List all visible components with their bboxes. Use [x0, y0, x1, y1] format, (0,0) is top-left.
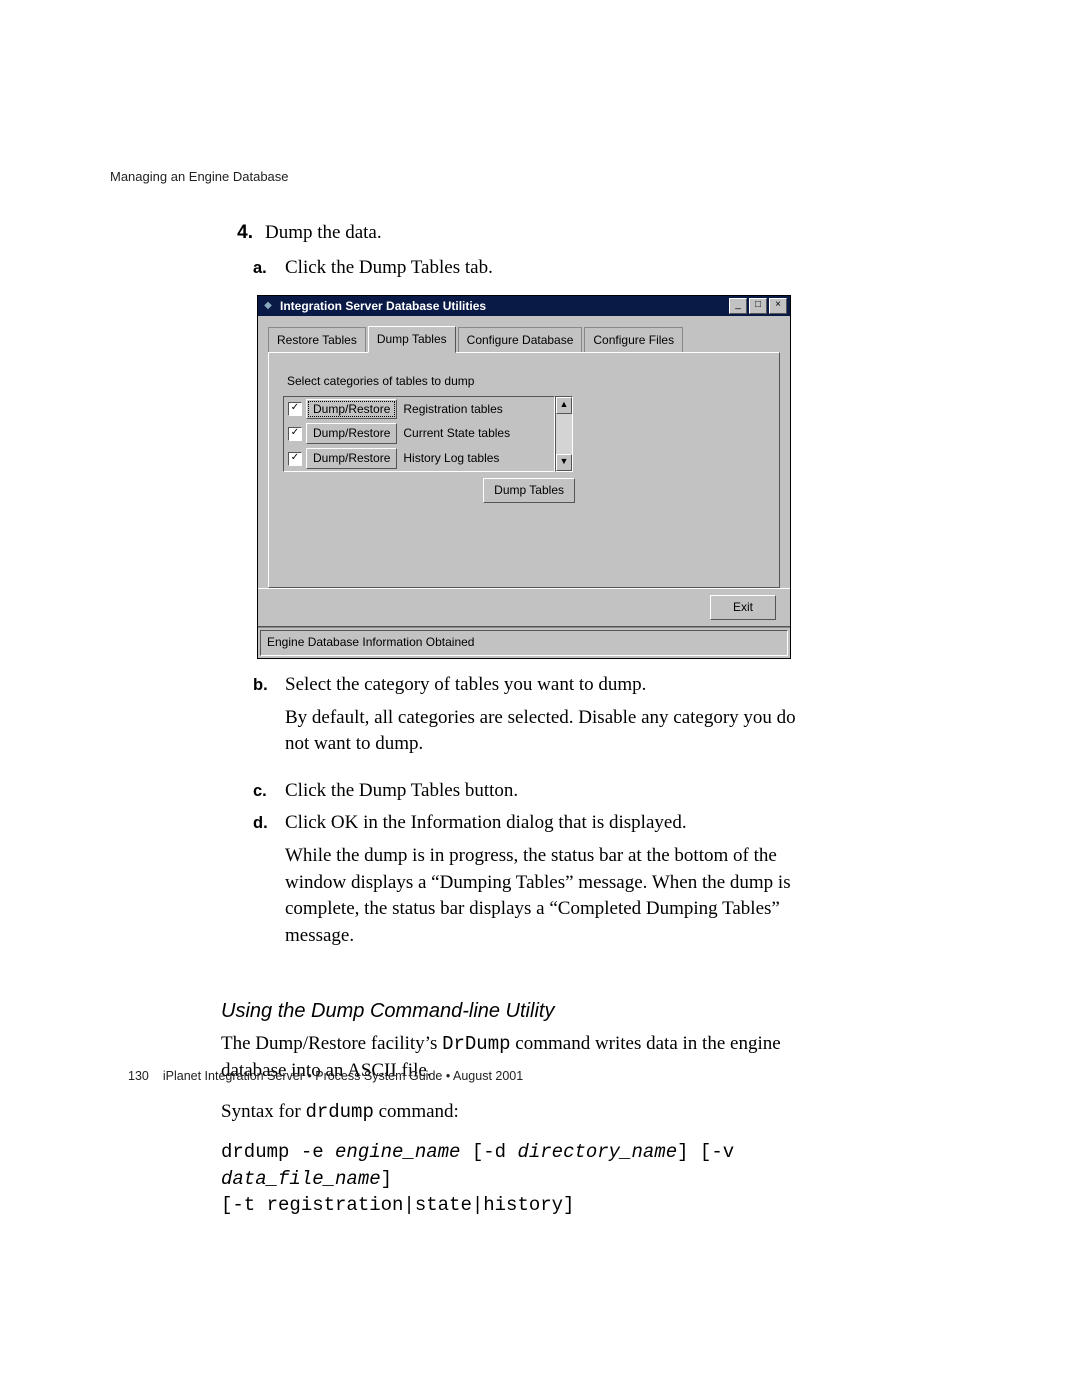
tab-dump-tables[interactable]: Dump Tables: [368, 326, 456, 353]
checkbox-icon[interactable]: ✓: [288, 427, 302, 441]
tab-panel: Select categories of tables to dump ✓ Du…: [268, 352, 780, 588]
step-text: Dump the data.: [265, 220, 382, 247]
checkbox-icon[interactable]: ✓: [288, 452, 302, 466]
exit-button[interactable]: Exit: [710, 595, 776, 620]
list-item[interactable]: ✓ Dump/Restore Current State tables: [284, 421, 554, 446]
substep-c-label: c.: [253, 778, 275, 805]
minimize-button[interactable]: _: [729, 298, 747, 314]
inline-code: drdump: [305, 1101, 373, 1123]
tab-configure-database[interactable]: Configure Database: [458, 327, 583, 354]
checkbox-icon[interactable]: ✓: [288, 402, 302, 416]
dialog-window: ◆ Integration Server Database Utilities …: [257, 295, 791, 659]
categories-listbox[interactable]: ✓ Dump/Restore Registration tables ✓ Dum…: [283, 396, 555, 472]
substep-b-text: Select the category of tables you want t…: [285, 672, 796, 699]
page-footer: 130 iPlanet Integration Server • Process …: [128, 1068, 523, 1086]
substep-b-para: By default, all categories are selected.…: [285, 705, 796, 758]
dump-restore-button[interactable]: Dump/Restore: [306, 423, 397, 444]
scroll-up-icon[interactable]: ▲: [556, 397, 572, 414]
scrollbar[interactable]: ▲ ▼: [555, 396, 573, 472]
code-block: drdump -e engine_name [-d directory_name…: [221, 1139, 796, 1219]
list-item[interactable]: ✓ Dump/Restore History Log tables: [284, 446, 554, 471]
close-button[interactable]: ×: [769, 298, 787, 314]
substep-d-para: While the dump is in progress, the statu…: [285, 843, 796, 949]
footer-text: iPlanet Integration Server • Process Sys…: [163, 1069, 523, 1083]
substep-d-label: d.: [253, 810, 275, 963]
substep-a-label: a.: [253, 255, 275, 282]
titlebar[interactable]: ◆ Integration Server Database Utilities …: [258, 296, 790, 316]
tab-configure-files[interactable]: Configure Files: [584, 327, 683, 354]
syntax-intro: Syntax for drdump command:: [221, 1099, 796, 1126]
status-text: Engine Database Information Obtained: [260, 630, 788, 656]
inline-code: DrDump: [442, 1033, 510, 1055]
maximize-button[interactable]: □: [749, 298, 767, 314]
scroll-down-icon[interactable]: ▼: [556, 454, 572, 471]
dump-restore-button[interactable]: Dump/Restore: [306, 399, 397, 420]
list-item-label: Registration tables: [403, 401, 502, 418]
dump-restore-button[interactable]: Dump/Restore: [306, 448, 397, 469]
list-item[interactable]: ✓ Dump/Restore Registration tables: [284, 397, 554, 422]
substep-a-text: Click the Dump Tables tab.: [285, 255, 796, 282]
list-item-label: History Log tables: [403, 450, 499, 467]
tab-restore-tables[interactable]: Restore Tables: [268, 327, 366, 354]
tab-strip: Restore Tables Dump Tables Configure Dat…: [268, 326, 780, 353]
button-bar: Exit: [258, 588, 790, 627]
panel-label: Select categories of tables to dump: [287, 373, 765, 390]
substep-d-text: Click OK in the Information dialog that …: [285, 810, 796, 837]
dump-tables-button[interactable]: Dump Tables: [483, 478, 575, 503]
app-icon: ◆: [261, 299, 275, 313]
running-head: Managing an Engine Database: [110, 168, 289, 186]
section-heading: Using the Dump Command-line Utility: [221, 997, 796, 1025]
window-title: Integration Server Database Utilities: [280, 298, 727, 315]
substep-c-text: Click the Dump Tables button.: [285, 778, 796, 805]
step-number: 4.: [221, 220, 253, 247]
substep-b-label: b.: [253, 672, 275, 772]
status-bar: Engine Database Information Obtained: [258, 627, 790, 656]
page-number: 130: [128, 1069, 149, 1083]
list-item-label: Current State tables: [403, 425, 510, 442]
